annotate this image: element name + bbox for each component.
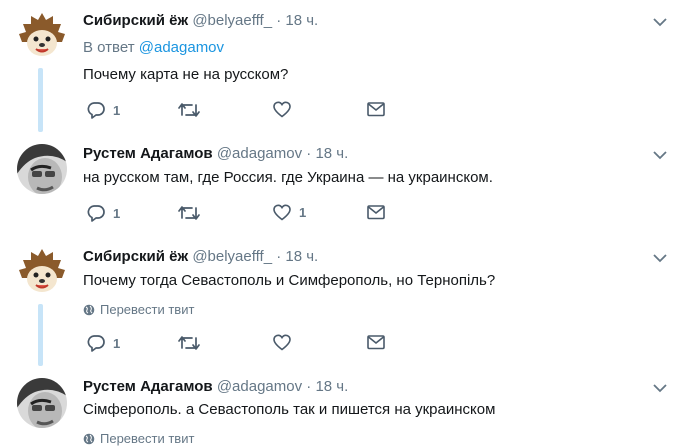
tweet-actions: 1 1 [83,204,403,224]
tweet-text: Сімферополь. а Севастополь так и пишется… [83,401,496,418]
retweet-icon [178,206,200,220]
tweet-header: Рустем Адагамов @adagamov · 18 ч. [83,145,348,163]
direct-message-icon [367,205,385,220]
tweet-header: Рустем Адагамов @adagamov · 18 ч. [83,378,348,396]
tweet-time[interactable]: 18 ч. [315,145,348,162]
reply-count: 1 [113,102,121,118]
retweet-icon [178,336,200,350]
tweet-time[interactable]: 18 ч. [285,248,318,265]
reply-button[interactable]: 1 [87,204,120,222]
man-avatar[interactable] [17,144,67,194]
tweet-time[interactable]: 18 ч. [285,12,318,29]
like-icon [273,101,291,118]
author-handle[interactable]: @adagamov [217,145,302,162]
globe-icon [83,304,95,316]
tweet-header: Сибирский ёж @belyaefff_ · 18 ч. [83,248,318,266]
reply-button[interactable]: 1 [87,334,120,352]
thread-line [38,68,43,132]
like-count: 1 [299,205,307,220]
retweet-icon [178,103,200,117]
hedgehog-avatar[interactable] [17,12,67,62]
author-handle[interactable]: @belyaefff_ [192,12,272,29]
retweet-button[interactable] [178,101,208,119]
like-icon [273,334,291,351]
like-button[interactable]: 1 [273,204,306,221]
direct-message-icon [367,335,385,350]
tweet-text: Почему тогда Севастополь и Симферополь, … [83,272,496,289]
direct-message-button[interactable] [367,204,385,220]
author-handle[interactable]: @adagamov [217,378,302,395]
chevron-down-icon[interactable] [653,17,667,27]
reply-context: В ответ @adagamov [83,39,224,57]
reply-icon [87,102,105,119]
separator-dot: · [306,145,312,162]
translate-label[interactable]: Перевести твит [100,302,194,318]
translate-link[interactable]: Перевести твит [83,431,194,447]
chevron-down-icon[interactable] [653,150,667,160]
thread-line [38,304,43,366]
like-icon [273,204,291,221]
direct-message-button[interactable] [367,101,385,117]
translate-label[interactable]: Перевести твит [100,431,194,447]
reply-icon [87,335,105,352]
reply-prefix: В ответ [83,39,135,56]
tweet-text: на русском там, где Россия. где Украина … [83,169,493,186]
tweet-actions: 1 [83,101,403,121]
like-button[interactable] [273,101,299,118]
reply-icon [87,205,105,222]
retweet-button[interactable] [178,334,208,352]
separator-dot: · [306,378,312,395]
hedgehog-avatar[interactable] [17,248,67,298]
tweet-time[interactable]: 18 ч. [315,378,348,395]
reply-count: 1 [113,335,121,351]
separator-dot: · [276,248,282,265]
reply-count: 1 [113,205,121,221]
author-handle[interactable]: @belyaefff_ [192,248,272,265]
like-button[interactable] [273,334,299,351]
retweet-button[interactable] [178,204,208,222]
direct-message-icon [367,102,385,117]
tweet-header: Сибирский ёж @belyaefff_ · 18 ч. [83,12,318,30]
author-name[interactable]: Рустем Адагамов [83,145,213,162]
chevron-down-icon[interactable] [653,253,667,263]
tweet-actions: 1 [83,334,403,354]
tweet-1[interactable]: Сибирский ёж @belyaefff_ · 18 ч. В ответ… [0,0,698,132]
globe-icon [83,433,95,445]
author-name[interactable]: Сибирский ёж [83,248,188,265]
tweet-3[interactable]: Сибирский ёж @belyaefff_ · 18 ч. Почему … [0,236,698,366]
author-name[interactable]: Рустем Адагамов [83,378,213,395]
tweet-text: Почему карта не на русском? [83,66,289,83]
reply-button[interactable]: 1 [87,101,120,119]
author-name[interactable]: Сибирский ёж [83,12,188,29]
tweet-2[interactable]: Рустем Адагамов @adagamov · 18 ч. на рус… [0,132,698,232]
chevron-down-icon[interactable] [653,383,667,393]
reply-mention-link[interactable]: @adagamov [139,39,224,56]
separator-dot: · [276,12,282,29]
direct-message-button[interactable] [367,334,385,350]
translate-link[interactable]: Перевести твит [83,302,194,318]
man-avatar[interactable] [17,378,67,428]
tweet-4[interactable]: Рустем Адагамов @adagamov · 18 ч. Сімфер… [0,366,698,447]
